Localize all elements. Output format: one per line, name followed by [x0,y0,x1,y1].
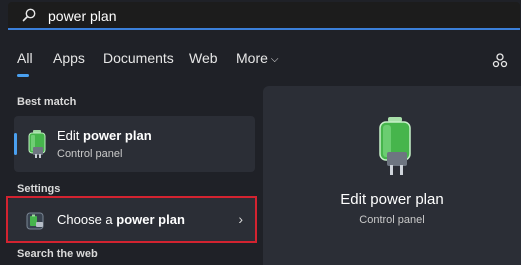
settings-label: Settings [17,183,61,195]
tab-all[interactable]: All [17,50,33,66]
selection-accent [14,133,17,155]
detail-panel: Edit power plan Control panel [263,86,521,265]
best-match-subtitle: Control panel [57,148,123,160]
tab-documents[interactable]: Documents [103,50,174,66]
chevron-right-icon: › [238,211,243,227]
active-tab-indicator [17,74,29,77]
chevron-down-icon: ⌵ [270,54,279,65]
best-match-title-prefix: Edit [57,128,84,143]
battery-plug-icon [379,117,411,175]
search-icon [22,8,36,22]
detail-subtitle: Control panel [359,214,425,226]
settings-item-title: Choose a power plan [57,212,185,227]
tab-more-label: More [236,50,268,66]
settings-item-prefix: Choose a [57,212,117,227]
settings-item-bold: power plan [116,212,185,227]
best-match-label: Best match [17,96,77,108]
choose-power-plan-item[interactable]: Choose a power plan › [8,198,257,243]
search-the-web-label: Search the web [17,248,98,260]
search-box[interactable] [8,2,520,30]
detail-title: Edit power plan [340,191,444,208]
best-match-title: Edit power plan [57,128,152,143]
tab-apps[interactable]: Apps [53,50,85,66]
share-icon[interactable] [491,52,509,70]
tab-web[interactable]: Web [189,50,218,66]
best-match-title-bold: power plan [83,128,152,143]
best-match-result[interactable]: Edit power plan Control panel [14,116,255,172]
tab-more[interactable]: More ⌵ [236,50,279,66]
battery-plug-icon [28,130,46,158]
power-options-icon [26,212,44,230]
filter-tabs: All Apps Documents Web More ⌵ [0,50,521,80]
search-input[interactable] [48,6,468,26]
